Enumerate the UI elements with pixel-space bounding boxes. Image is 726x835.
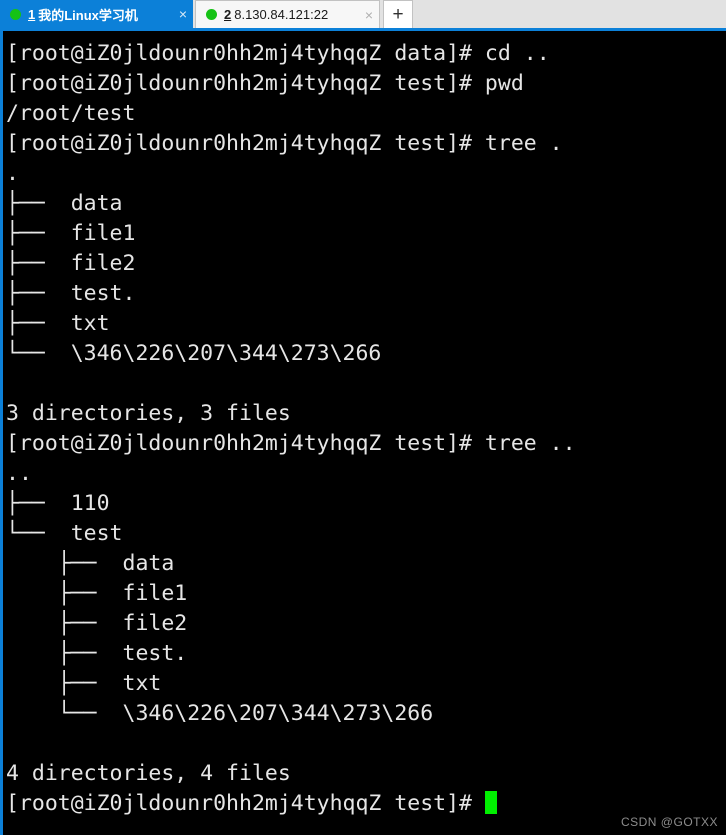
terminal-line: └── \346\226\207\344\273\266 (6, 341, 382, 366)
terminal-line: [root@iZ0jldounr0hh2mj4tyhqqZ test]# tre… (6, 131, 563, 156)
connected-dot-icon (10, 8, 21, 20)
close-icon[interactable]: × (171, 7, 187, 21)
terminal-line: ├── test. (6, 641, 188, 666)
terminal-line: ├── file2 (6, 251, 136, 276)
terminal-line: ├── data (6, 191, 123, 216)
terminal-line: . (6, 161, 19, 186)
text-cursor (484, 791, 497, 814)
prompt-text: [root@iZ0jldounr0hh2mj4tyhqqZ test]# (6, 791, 485, 816)
terminal-line: 4 directories, 4 files (6, 761, 291, 786)
terminal-line: ├── file1 (6, 581, 188, 606)
terminal-line: ├── txt (6, 311, 110, 336)
tab-strip: 1 我的Linux学习机 × 2 8.130.84.121:22 × + (0, 0, 726, 31)
terminal-line: ├── 110 (6, 491, 110, 516)
terminal-line: └── \346\226\207\344\273\266 (6, 701, 434, 726)
new-tab-button[interactable]: + (383, 0, 413, 28)
terminal-line: ├── file1 (6, 221, 136, 246)
terminal-prompt-line: [root@iZ0jldounr0hh2mj4tyhqqZ test]# (6, 789, 726, 819)
terminal-panel[interactable]: [root@iZ0jldounr0hh2mj4tyhqqZ data]# cd … (0, 31, 726, 835)
connected-dot-icon (206, 9, 217, 20)
terminal-line: └── test (6, 521, 123, 546)
terminal-line: ├── data (6, 551, 175, 576)
tab-index-label: 2 (224, 7, 232, 22)
tab-index-label: 1 (28, 6, 36, 22)
terminal-line: .. (6, 461, 32, 486)
terminal-line: 3 directories, 3 files (6, 401, 291, 426)
tab-title-label: 8.130.84.121:22 (234, 7, 329, 22)
tab-title-label: 我的Linux学习机 (38, 7, 138, 23)
tab-my-linux-machine[interactable]: 1 我的Linux学习机 × (0, 0, 193, 28)
terminal-line: [root@iZ0jldounr0hh2mj4tyhqqZ data]# cd … (6, 41, 550, 66)
terminal-line: ├── test. (6, 281, 136, 306)
terminal-line: [root@iZ0jldounr0hh2mj4tyhqqZ test]# pwd (6, 71, 524, 96)
watermark-label: CSDN @GOTXX (620, 815, 718, 829)
terminal-line: /root/test (6, 101, 136, 126)
terminal-line: ├── file2 (6, 611, 188, 636)
terminal-line: [root@iZ0jldounr0hh2mj4tyhqqZ test]# tre… (6, 431, 576, 456)
terminal-output: [root@iZ0jldounr0hh2mj4tyhqqZ data]# cd … (3, 31, 726, 819)
tab-remote-host[interactable]: 2 8.130.84.121:22 × (195, 0, 380, 28)
close-icon[interactable]: × (357, 8, 373, 22)
terminal-line: ├── txt (6, 671, 162, 696)
